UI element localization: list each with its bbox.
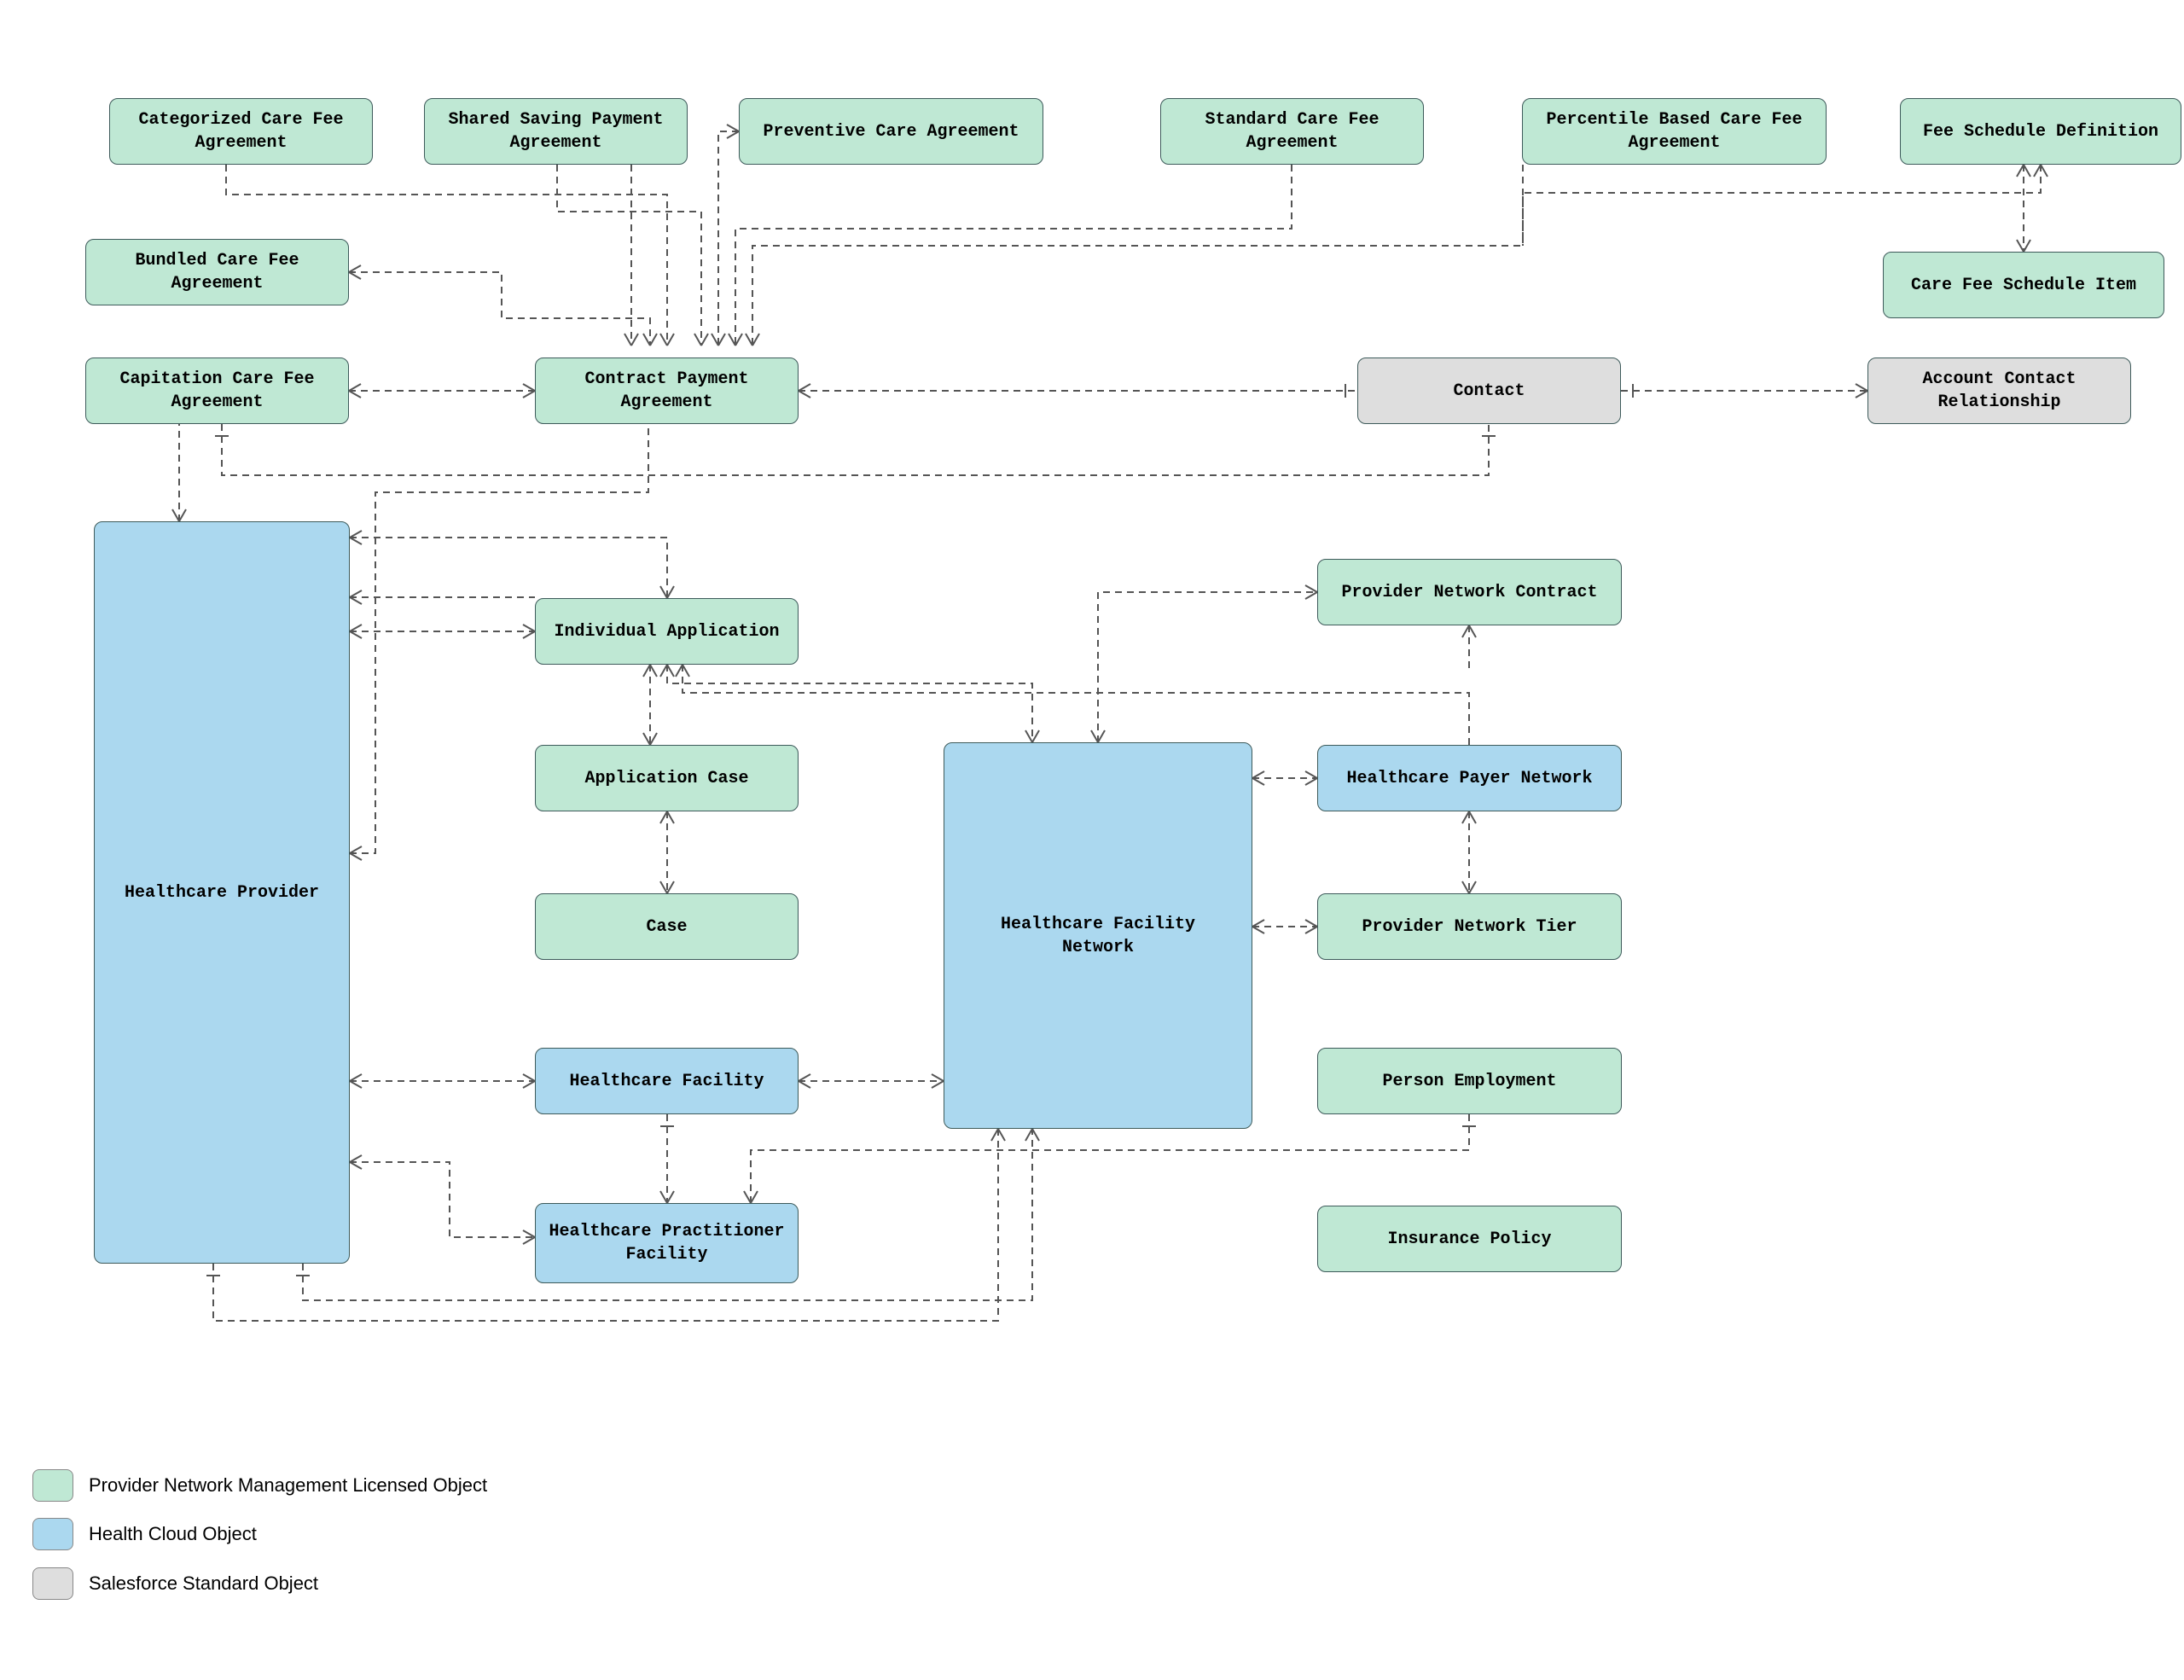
node-appcase: Application Case [535, 745, 799, 811]
legend-swatch [32, 1469, 73, 1502]
node-feeschedule: Fee Schedule Definition [1900, 98, 2181, 165]
node-carefeesched: Care Fee Schedule Item [1883, 252, 2164, 318]
node-hfacility: Healthcare Facility [535, 1048, 799, 1114]
node-contractpay: Contract PaymentAgreement [535, 358, 799, 424]
node-standard: Standard Care FeeAgreement [1160, 98, 1424, 165]
node-personemp: Person Employment [1317, 1048, 1622, 1114]
node-insurance: Insurance Policy [1317, 1206, 1622, 1272]
node-provnetcon: Provider Network Contract [1317, 559, 1622, 625]
legend-row-0: Provider Network Management Licensed Obj… [32, 1469, 487, 1502]
node-percentile: Percentile Based Care FeeAgreement [1522, 98, 1827, 165]
node-preventive: Preventive Care Agreement [739, 98, 1043, 165]
node-bundled: Bundled Care FeeAgreement [85, 239, 349, 305]
node-acctcontact: Account ContactRelationship [1867, 358, 2131, 424]
node-case: Case [535, 893, 799, 960]
legend-row-2: Salesforce Standard Object [32, 1567, 318, 1600]
node-payernet: Healthcare Payer Network [1317, 745, 1622, 811]
legend-label: Salesforce Standard Object [89, 1572, 318, 1595]
node-provnettier: Provider Network Tier [1317, 893, 1622, 960]
legend-label: Health Cloud Object [89, 1523, 257, 1545]
node-shared: Shared Saving PaymentAgreement [424, 98, 688, 165]
legend-label: Provider Network Management Licensed Obj… [89, 1474, 487, 1497]
node-hprovider: Healthcare Provider [94, 521, 350, 1264]
node-capitation: Capitation Care FeeAgreement [85, 358, 349, 424]
node-hfnetwork: Healthcare FacilityNetwork [944, 742, 1252, 1129]
node-categorized: Categorized Care FeeAgreement [109, 98, 373, 165]
node-contact: Contact [1357, 358, 1621, 424]
legend-swatch [32, 1567, 73, 1600]
node-indapp: Individual Application [535, 598, 799, 665]
legend-swatch [32, 1518, 73, 1550]
node-hpractfac: Healthcare PractitionerFacility [535, 1203, 799, 1283]
legend-row-1: Health Cloud Object [32, 1518, 257, 1550]
